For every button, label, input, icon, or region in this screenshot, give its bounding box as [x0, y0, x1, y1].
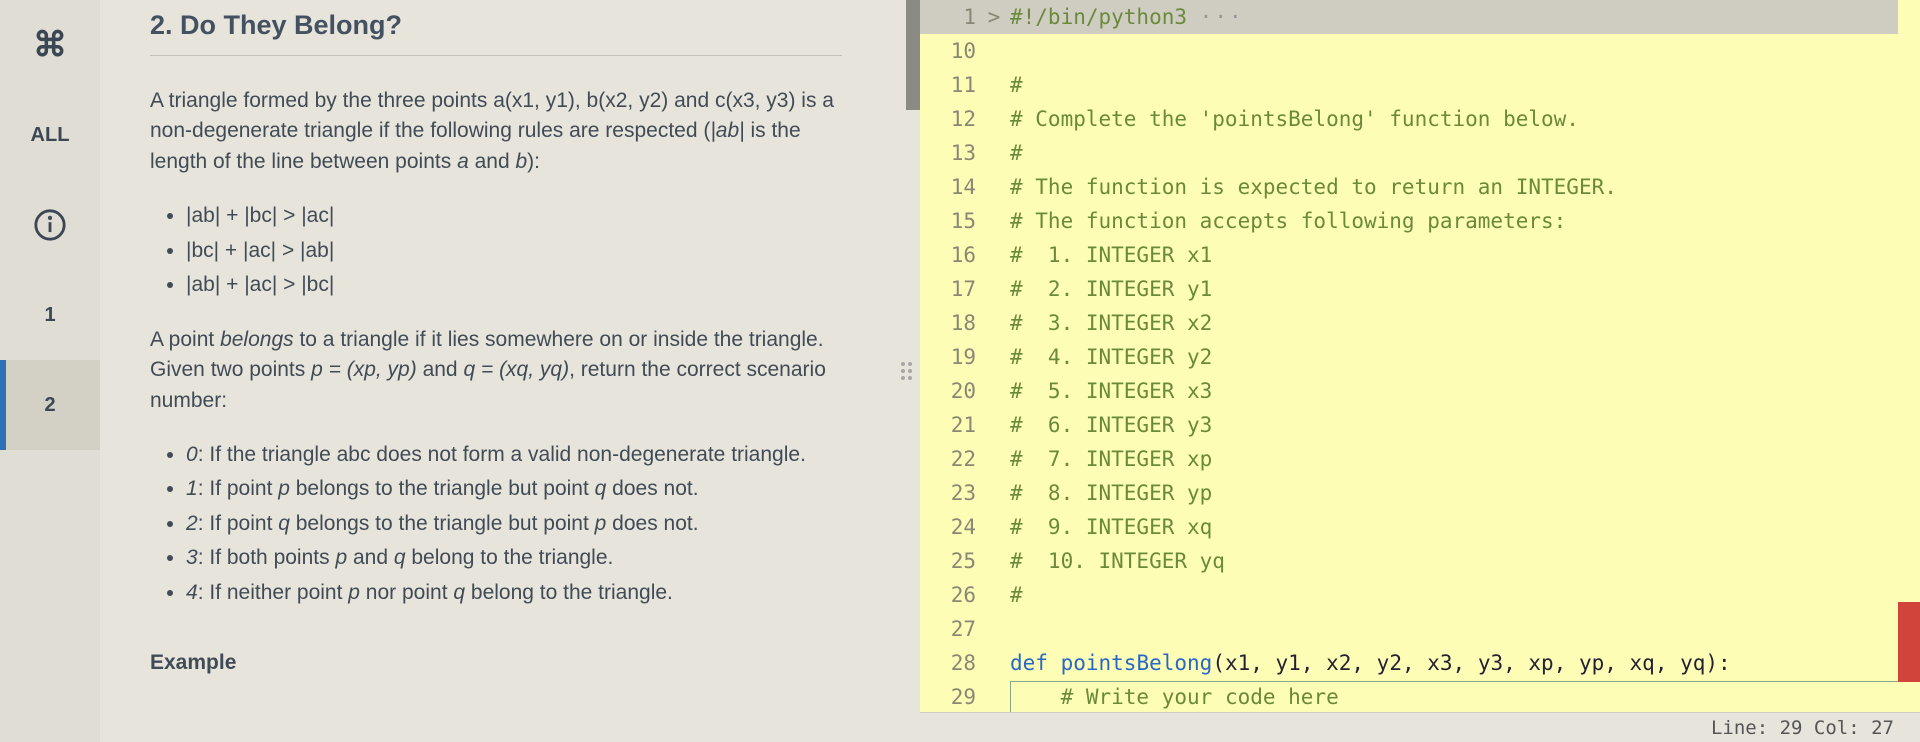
nav-q2-label: 2 [44, 394, 55, 417]
info-icon [33, 208, 67, 242]
command-icon: ⌘ [33, 25, 67, 65]
code-text[interactable]: # [1004, 583, 1023, 607]
code-line[interactable]: 24 # 9. INTEGER xq [920, 510, 1920, 544]
code-text[interactable]: # 7. INTEGER xp [1004, 447, 1212, 471]
code-line[interactable]: 15 # The function accepts following param… [920, 204, 1920, 238]
code-line[interactable]: 16 # 1. INTEGER x1 [920, 238, 1920, 272]
list-item: 1: If point p belongs to the triangle bu… [186, 474, 842, 504]
code-text[interactable]: # The function is expected to return an … [1004, 175, 1617, 199]
code-text[interactable]: # [1004, 141, 1023, 165]
splitter-grip-icon [901, 362, 912, 380]
code-line[interactable]: 14 # The function is expected to return a… [920, 170, 1920, 204]
list-item: |bc| + |ac| > |ab| [186, 236, 842, 266]
nav-q1-label: 1 [44, 304, 55, 327]
code-line[interactable]: 26 # [920, 578, 1920, 612]
line-number: 22 [920, 447, 984, 471]
line-number: 13 [920, 141, 984, 165]
line-number: 1 [920, 5, 984, 29]
nav-question-2[interactable]: 2 [0, 360, 100, 450]
panel-splitter[interactable] [892, 0, 920, 742]
code-line[interactable]: 10 [920, 34, 1920, 68]
scenarios-list: 0: If the triangle abc does not form a v… [150, 440, 842, 608]
list-item: |ab| + |bc| > |ac| [186, 201, 842, 231]
nav-command[interactable]: ⌘ [0, 0, 100, 90]
code-line[interactable]: 23 # 8. INTEGER yp [920, 476, 1920, 510]
list-item: 0: If the triangle abc does not form a v… [186, 440, 842, 470]
line-number: 21 [920, 413, 984, 437]
nav-all-label: ALL [31, 124, 70, 147]
code-line[interactable]: 19 # 4. INTEGER y2 [920, 340, 1920, 374]
line-number: 27 [920, 617, 984, 641]
code-line[interactable]: 13 # [920, 136, 1920, 170]
editor-scrollbar-thumb[interactable] [1898, 602, 1920, 682]
problem-panel[interactable]: 2. Do They Belong? A triangle formed by … [100, 0, 892, 742]
code-line[interactable]: 21 # 6. INTEGER y3 [920, 408, 1920, 442]
code-line[interactable]: 17 # 2. INTEGER y1 [920, 272, 1920, 306]
line-number: 11 [920, 73, 984, 97]
code-text[interactable]: # 4. INTEGER y2 [1004, 345, 1212, 369]
line-number: 10 [920, 39, 984, 63]
line-number: 24 [920, 515, 984, 539]
content-area: 2. Do They Belong? A triangle formed by … [100, 0, 1920, 742]
line-number: 19 [920, 345, 984, 369]
example-heading: Example [150, 648, 842, 678]
code-line[interactable]: 22 # 7. INTEGER xp [920, 442, 1920, 476]
line-number: 29 [920, 685, 984, 709]
code-text[interactable]: # 9. INTEGER xq [1004, 515, 1212, 539]
code-area[interactable]: 1>#!/bin/python3 ··· 10 11 #12 # Complete th… [920, 0, 1920, 712]
code-text[interactable]: # 5. INTEGER x3 [1004, 379, 1212, 403]
list-item: |ab| + |ac| > |bc| [186, 270, 842, 300]
line-number: 20 [920, 379, 984, 403]
code-text[interactable]: # 1. INTEGER x1 [1004, 243, 1212, 267]
code-editor[interactable]: 1>#!/bin/python3 ··· 10 11 #12 # Complete th… [920, 0, 1920, 742]
line-number: 28 [920, 651, 984, 675]
code-line[interactable]: 29 # Write your code here [920, 680, 1920, 712]
code-text[interactable]: # 6. INTEGER y3 [1004, 413, 1212, 437]
list-item: 3: If both points p and q belong to the … [186, 543, 842, 573]
code-text[interactable]: # 3. INTEGER x2 [1004, 311, 1212, 335]
problem-scrollbar-thumb[interactable] [906, 0, 920, 110]
line-number: 17 [920, 277, 984, 301]
code-line[interactable]: 12 # Complete the 'pointsBelong' function… [920, 102, 1920, 136]
code-text[interactable]: # Complete the 'pointsBelong' function b… [1004, 107, 1579, 131]
list-item: 2: If point q belongs to the triangle bu… [186, 509, 842, 539]
line-number: 25 [920, 549, 984, 573]
line-number: 12 [920, 107, 984, 131]
problem-title: 2. Do They Belong? [150, 10, 842, 56]
code-line[interactable]: 1>#!/bin/python3 ··· [920, 0, 1920, 34]
code-text[interactable]: # 2. INTEGER y1 [1004, 277, 1212, 301]
code-line[interactable]: 27 [920, 612, 1920, 646]
nav-info[interactable] [0, 180, 100, 270]
code-text[interactable]: # 10. INTEGER yq [1004, 549, 1225, 573]
intro-paragraph: A triangle formed by the three points a(… [150, 86, 842, 177]
code-text[interactable]: def pointsBelong(x1, y1, x2, y2, x3, y3,… [1004, 651, 1731, 675]
fold-toggle-icon[interactable]: > [984, 5, 1004, 29]
editor-status-bar: Line: 29 Col: 27 [920, 712, 1920, 742]
list-item: 4: If neither point p nor point q belong… [186, 578, 842, 608]
triangle-rules-list: |ab| + |bc| > |ac| |bc| + |ac| > |ab| |ab|… [150, 201, 842, 300]
code-line[interactable]: 28 def pointsBelong(x1, y1, x2, y2, x3, y… [920, 646, 1920, 680]
line-number: 18 [920, 311, 984, 335]
code-text[interactable]: # The function accepts following paramet… [1004, 209, 1566, 233]
line-number: 14 [920, 175, 984, 199]
cursor-position: Line: 29 Col: 27 [1711, 717, 1894, 739]
code-line[interactable]: 25 # 10. INTEGER yq [920, 544, 1920, 578]
line-number: 15 [920, 209, 984, 233]
code-line[interactable]: 11 # [920, 68, 1920, 102]
nav-all[interactable]: ALL [0, 90, 100, 180]
line-number: 26 [920, 583, 984, 607]
nav-rail: ⌘ ALL 1 2 [0, 0, 100, 742]
line-number: 23 [920, 481, 984, 505]
code-text[interactable]: # [1004, 73, 1023, 97]
line-number: 16 [920, 243, 984, 267]
nav-question-1[interactable]: 1 [0, 270, 100, 360]
belongs-paragraph: A point belongs to a triangle if it lies… [150, 325, 842, 416]
code-line[interactable]: 20 # 5. INTEGER x3 [920, 374, 1920, 408]
code-text[interactable]: # 8. INTEGER yp [1004, 481, 1212, 505]
code-line[interactable]: 18 # 3. INTEGER x2 [920, 306, 1920, 340]
editor-scrollbar[interactable] [1898, 0, 1920, 712]
code-text[interactable]: # Write your code here [1004, 685, 1339, 709]
code-text[interactable]: #!/bin/python3 ··· [1004, 5, 1244, 29]
problem-body: A triangle formed by the three points a(… [150, 86, 842, 679]
